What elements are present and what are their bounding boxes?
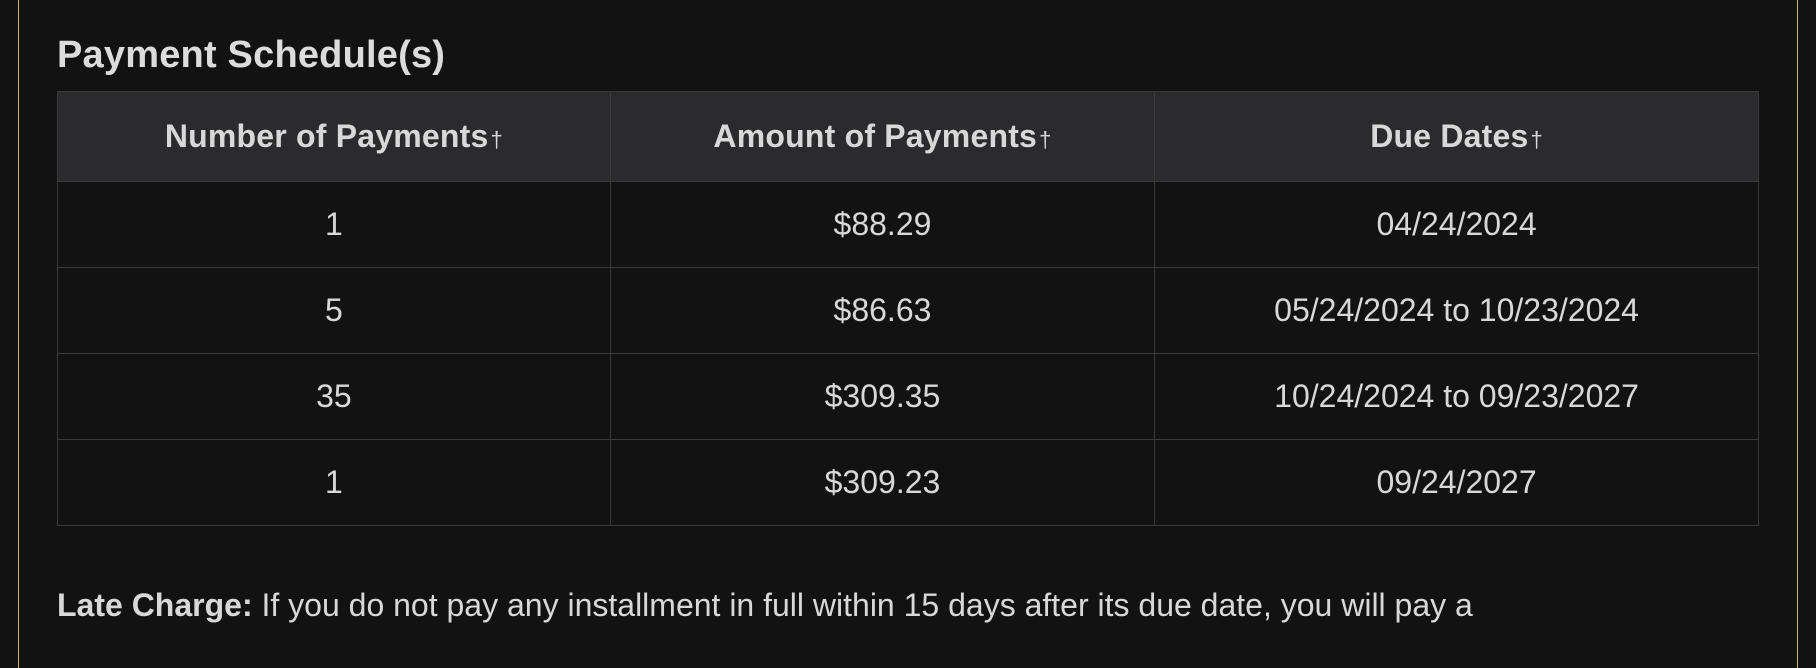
- cell-due: 10/24/2024 to 09/23/2027: [1155, 354, 1759, 440]
- cell-amount: $86.63: [610, 268, 1154, 354]
- col-header-amount-label: Amount of Payments: [713, 118, 1037, 154]
- cell-amount: $309.23: [610, 440, 1154, 526]
- cell-due: 04/24/2024: [1155, 182, 1759, 268]
- dagger-icon: †: [1039, 127, 1051, 152]
- col-header-amount: Amount of Payments†: [610, 92, 1154, 182]
- cell-number: 1: [58, 182, 611, 268]
- table-row: 1 $88.29 04/24/2024: [58, 182, 1759, 268]
- late-charge-footnote: Late Charge: If you do not pay any insta…: [57, 526, 1759, 627]
- cell-due: 05/24/2024 to 10/23/2024: [1155, 268, 1759, 354]
- section-title: Payment Schedule(s): [57, 0, 1759, 91]
- table-row: 1 $309.23 09/24/2027: [58, 440, 1759, 526]
- col-header-number: Number of Payments†: [58, 92, 611, 182]
- payment-schedule-panel: Payment Schedule(s) Number of Payments† …: [18, 0, 1798, 668]
- cell-amount: $88.29: [610, 182, 1154, 268]
- col-header-due-label: Due Dates: [1370, 118, 1528, 154]
- cell-amount: $309.35: [610, 354, 1154, 440]
- dagger-icon: †: [491, 127, 503, 152]
- table-header-row: Number of Payments† Amount of Payments† …: [58, 92, 1759, 182]
- dagger-icon: †: [1531, 127, 1543, 152]
- cell-due: 09/24/2027: [1155, 440, 1759, 526]
- table-row: 5 $86.63 05/24/2024 to 10/23/2024: [58, 268, 1759, 354]
- cell-number: 1: [58, 440, 611, 526]
- cell-number: 35: [58, 354, 611, 440]
- col-header-number-label: Number of Payments: [165, 118, 489, 154]
- col-header-due: Due Dates†: [1155, 92, 1759, 182]
- late-charge-body: If you do not pay any installment in ful…: [253, 587, 1473, 623]
- payment-schedule-table: Number of Payments† Amount of Payments† …: [57, 91, 1759, 526]
- table-row: 35 $309.35 10/24/2024 to 09/23/2027: [58, 354, 1759, 440]
- cell-number: 5: [58, 268, 611, 354]
- late-charge-lead: Late Charge:: [57, 587, 253, 623]
